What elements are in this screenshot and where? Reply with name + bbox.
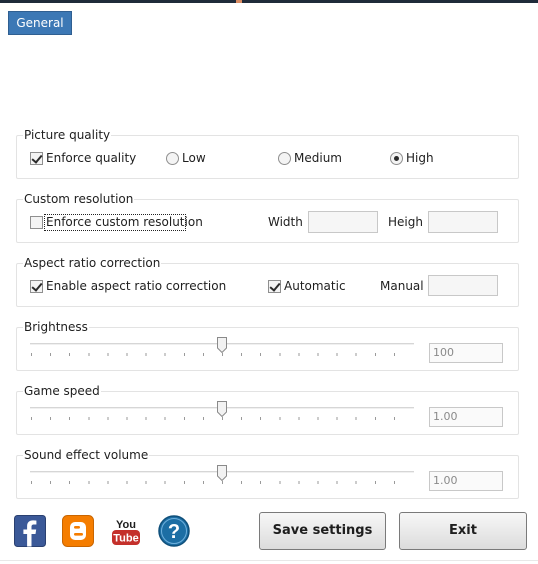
picture-quality-title: Picture quality [23,128,112,142]
quality-high-label: High [406,151,434,165]
automatic-checkbox[interactable] [268,280,281,293]
sound-effect-volume-value[interactable]: 1.00 [429,471,503,491]
game-speed-title: Game speed [23,384,101,398]
tab-general[interactable]: General [8,11,72,35]
bottom-rule [0,560,538,561]
manual-label: Manual [380,279,424,293]
window-top-edge [0,0,538,3]
enable-aspect-ratio-checkbox[interactable] [30,280,43,293]
save-settings-button[interactable]: Save settings [259,512,386,550]
brightness-slider-ticks [31,353,413,356]
quality-medium-radio[interactable] [278,152,291,165]
blogger-icon[interactable] [62,515,94,547]
svg-text:Tube: Tube [113,533,138,545]
width-label: Width [268,215,303,229]
height-input[interactable] [428,211,498,233]
quality-low-radio[interactable] [166,152,179,165]
height-label: Heigh [388,215,423,229]
enforce-quality-label: Enforce quality [46,151,137,165]
youtube-icon[interactable]: You Tube [110,515,142,547]
facebook-icon[interactable] [14,515,46,547]
enforce-custom-resolution-label: Enforce custom resolution [46,215,203,229]
enforce-quality-checkbox[interactable] [30,152,43,165]
manual-input[interactable] [428,275,498,296]
exit-button[interactable]: Exit [399,512,527,550]
game-speed-slider-ticks [31,417,413,420]
enforce-custom-resolution-checkbox[interactable] [30,216,43,229]
window-top-marker [236,0,242,3]
brightness-slider-thumb[interactable] [217,337,227,353]
aspect-ratio-title: Aspect ratio correction [23,256,162,270]
game-speed-value[interactable]: 1.00 [429,407,503,427]
brightness-title: Brightness [23,320,89,334]
width-input[interactable] [308,211,378,233]
quality-high-radio[interactable] [390,152,403,165]
sound-effect-volume-slider-ticks [31,481,413,484]
quality-medium-label: Medium [294,151,342,165]
sound-effect-volume-slider-thumb[interactable] [217,465,227,481]
enable-aspect-ratio-label: Enable aspect ratio correction [46,279,227,293]
game-speed-slider-thumb[interactable] [217,401,227,417]
svg-text:?: ? [168,521,180,543]
svg-text:You: You [116,519,136,531]
custom-resolution-title: Custom resolution [23,192,135,206]
quality-low-label: Low [182,151,206,165]
help-icon[interactable]: ? [158,515,190,547]
brightness-value[interactable]: 100 [429,343,503,363]
sound-effect-volume-title: Sound effect volume [23,448,150,462]
automatic-label: Automatic [284,279,346,293]
